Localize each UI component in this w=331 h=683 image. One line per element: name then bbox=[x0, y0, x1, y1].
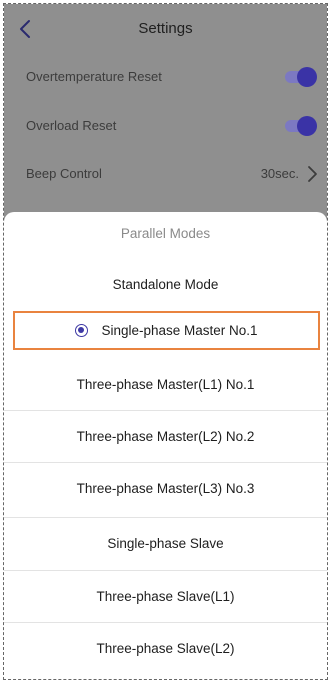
option-label: Three-phase Master(L3) No.3 bbox=[76, 481, 255, 496]
parallel-modes-sheet: Parallel Modes Standalone Mode Single-ph… bbox=[4, 212, 327, 679]
option-label: Three-phase Master(L1) No.1 bbox=[76, 376, 255, 392]
toggle-knob bbox=[297, 67, 317, 87]
option-label: Single-phase Slave bbox=[107, 536, 224, 551]
option-three-phase-master-l1-no1[interactable]: Three-phase Master(L1) No.1 bbox=[4, 358, 327, 410]
option-label: Standalone Mode bbox=[112, 276, 219, 292]
option-single-phase-slave[interactable]: Single-phase Slave bbox=[4, 517, 327, 569]
radio-selected-icon bbox=[75, 324, 89, 337]
sheet-title: Parallel Modes bbox=[120, 226, 211, 241]
overload-reset-toggle[interactable] bbox=[281, 116, 317, 136]
toggle-knob bbox=[297, 116, 317, 136]
phone-frame: Settings Overtemperature Reset Overload … bbox=[3, 3, 328, 680]
overtemperature-reset-row: Overtemperature Reset bbox=[4, 54, 327, 102]
option-label: Three-phase Slave(L2) bbox=[96, 641, 235, 656]
overload-reset-label: Overload Reset bbox=[26, 118, 117, 133]
option-label: Single-phase Master No.1 bbox=[101, 323, 258, 338]
overtemperature-reset-label: Overtemperature Reset bbox=[26, 69, 162, 84]
option-label: Three-phase Master(L2) No.2 bbox=[76, 429, 255, 444]
chevron-right-icon bbox=[308, 166, 317, 182]
beep-control-row[interactable]: Beep Control 30sec. bbox=[4, 151, 327, 199]
option-three-phase-slave-l1[interactable]: Three-phase Slave(L1) bbox=[4, 570, 327, 622]
beep-control-value: 30sec. bbox=[260, 166, 299, 181]
page-title: Settings bbox=[138, 20, 193, 37]
beep-control-label: Beep Control bbox=[26, 166, 102, 181]
header: Settings bbox=[4, 4, 327, 54]
option-standalone-mode[interactable]: Standalone Mode bbox=[4, 258, 327, 310]
overload-reset-row: Overload Reset bbox=[4, 103, 327, 151]
overtemperature-reset-toggle[interactable] bbox=[281, 67, 317, 87]
option-three-phase-master-l3-no3[interactable]: Three-phase Master(L3) No.3 bbox=[4, 462, 327, 514]
option-single-phase-master-no1[interactable]: Single-phase Master No.1 bbox=[13, 311, 320, 350]
option-three-phase-slave-l2[interactable]: Three-phase Slave(L2) bbox=[4, 622, 327, 674]
option-label: Three-phase Slave(L1) bbox=[96, 589, 235, 604]
option-three-phase-master-l2-no2[interactable]: Three-phase Master(L2) No.2 bbox=[4, 410, 327, 462]
